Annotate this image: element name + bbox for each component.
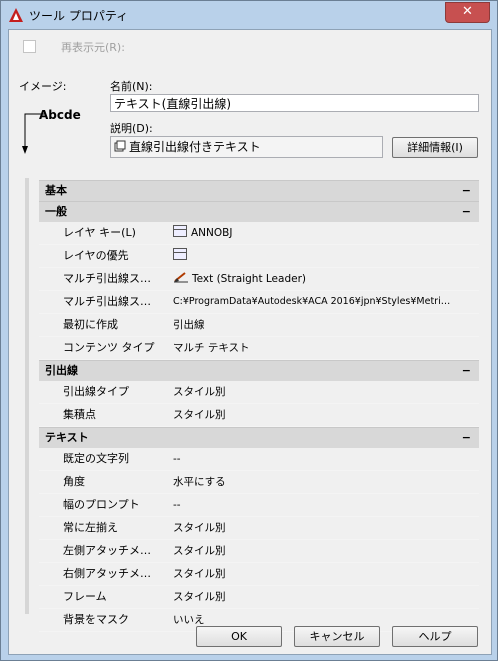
- property-label: 集積点: [63, 408, 96, 421]
- name-field[interactable]: テキスト(直線引出線): [110, 94, 479, 112]
- property-value[interactable]: Text (Straight Leader): [173, 268, 477, 290]
- property-value[interactable]: スタイル別: [173, 586, 477, 608]
- property-row-leader-type[interactable]: 引出線タイプ スタイル別: [39, 381, 479, 404]
- cancel-button[interactable]: キャンセル: [294, 626, 380, 647]
- property-value[interactable]: スタイル別: [173, 540, 477, 562]
- collapse-icon[interactable]: −: [462, 181, 471, 201]
- layer-table-icon: [173, 248, 187, 260]
- autocad-logo-icon: [9, 8, 23, 22]
- layer-key-value: ANNOBJ: [191, 227, 233, 239]
- property-value[interactable]: 水平にする: [173, 471, 477, 493]
- property-value[interactable]: スタイル別: [173, 563, 477, 585]
- category-basic-title: 基本: [45, 184, 67, 197]
- description-field[interactable]: 直線引出線付きテキスト: [110, 136, 383, 158]
- reshow-checkbox[interactable]: [23, 40, 36, 53]
- property-label: レイヤ キー(L): [63, 226, 136, 239]
- property-row-angle[interactable]: 角度 水平にする: [39, 471, 479, 494]
- property-label: 左側アタッチメ…: [63, 544, 151, 557]
- description-doc-icon: [114, 140, 126, 152]
- collapse-icon[interactable]: −: [462, 202, 471, 222]
- category-leader-title: 引出線: [45, 364, 78, 377]
- property-value[interactable]: スタイル別: [173, 517, 477, 539]
- property-label: 既定の文字列: [63, 452, 129, 465]
- property-grid: 基本 − 一般 − レイヤ キー(L) ANNOBJ レイヤの優先 マルチ引出線…: [39, 180, 479, 632]
- property-label: コンテンツ タイプ: [63, 341, 155, 354]
- collapse-icon[interactable]: −: [462, 428, 471, 448]
- category-leader[interactable]: 引出線 −: [39, 360, 479, 381]
- property-label: 引出線タイプ: [63, 385, 129, 398]
- property-label: マルチ引出線ス…: [63, 272, 151, 285]
- property-label: マルチ引出線ス…: [63, 295, 151, 308]
- tool-properties-window: ツール プロパティ ✕ 再表示元(R): イメージ: Abcde 名前(N): …: [0, 0, 498, 661]
- property-label: 角度: [63, 475, 85, 488]
- property-value[interactable]: スタイル別: [173, 404, 477, 426]
- category-text[interactable]: テキスト −: [39, 427, 479, 448]
- property-value[interactable]: 引出線: [173, 314, 477, 336]
- property-row-width-prompt[interactable]: 幅のプロンプト --: [39, 494, 479, 517]
- category-basic[interactable]: 基本 −: [39, 180, 479, 201]
- reshow-label: 再表示元(R):: [61, 41, 125, 54]
- category-text-title: テキスト: [45, 431, 89, 444]
- panel-splitter[interactable]: [25, 178, 29, 614]
- property-row-always-left[interactable]: 常に左揃え スタイル別: [39, 517, 479, 540]
- close-button[interactable]: ✕: [445, 2, 490, 23]
- property-label: 幅のプロンプト: [63, 498, 140, 511]
- property-value[interactable]: [173, 245, 477, 267]
- property-label: 最初に作成: [63, 318, 118, 331]
- property-value[interactable]: C:¥ProgramData¥Autodesk¥ACA 2016¥jpn¥Sty…: [173, 291, 477, 313]
- property-label: フレーム: [63, 590, 107, 603]
- property-value[interactable]: ANNOBJ: [173, 222, 477, 244]
- description-label: 説明(D):: [110, 122, 153, 135]
- details-button[interactable]: 詳細情報(I): [392, 137, 478, 158]
- category-general-title: 一般: [45, 205, 67, 218]
- property-label: 背景をマスク: [63, 613, 129, 626]
- description-text: 直線引出線付きテキスト: [129, 140, 261, 154]
- window-title: ツール プロパティ: [29, 9, 129, 23]
- property-row-landing[interactable]: 集積点 スタイル別: [39, 404, 479, 427]
- title-bar[interactable]: ツール プロパティ ✕: [1, 1, 497, 28]
- property-row-layer-key[interactable]: レイヤ キー(L) ANNOBJ: [39, 222, 479, 245]
- property-row-content-type[interactable]: コンテンツ タイプ マルチ テキスト: [39, 337, 479, 360]
- property-row-create-first[interactable]: 最初に作成 引出線: [39, 314, 479, 337]
- property-value[interactable]: スタイル別: [173, 381, 477, 403]
- category-general[interactable]: 一般 −: [39, 201, 479, 222]
- property-row-left-attach[interactable]: 左側アタッチメ… スタイル別: [39, 540, 479, 563]
- properties-panel: 基本 − 一般 − レイヤ キー(L) ANNOBJ レイヤの優先 マルチ引出線…: [21, 176, 480, 632]
- multileader-style-icon: [174, 272, 188, 283]
- property-row-mleader-path[interactable]: マルチ引出線ス… C:¥ProgramData¥Autodesk¥ACA 201…: [39, 291, 479, 314]
- property-value[interactable]: --: [173, 448, 477, 470]
- property-row-right-attach[interactable]: 右側アタッチメ… スタイル別: [39, 563, 479, 586]
- property-value[interactable]: マルチ テキスト: [173, 337, 477, 359]
- property-label: 右側アタッチメ…: [63, 567, 151, 580]
- property-label: レイヤの優先: [63, 249, 129, 262]
- name-label: 名前(N):: [110, 80, 153, 93]
- mleader-style-value: Text (Straight Leader): [192, 273, 306, 285]
- collapse-icon[interactable]: −: [462, 361, 471, 381]
- preview-text: Abcde: [39, 108, 81, 122]
- property-row-mleader-style[interactable]: マルチ引出線ス… Text (Straight Leader): [39, 268, 479, 291]
- image-label: イメージ:: [19, 80, 67, 93]
- property-row-default-text[interactable]: 既定の文字列 --: [39, 448, 479, 471]
- ok-button[interactable]: OK: [196, 626, 282, 647]
- property-label: 常に左揃え: [63, 521, 118, 534]
- property-value[interactable]: --: [173, 494, 477, 516]
- layer-table-icon: [173, 225, 187, 237]
- dialog-body: 再表示元(R): イメージ: Abcde 名前(N): テキスト(直線引出線) …: [8, 29, 492, 655]
- property-row-layer-override[interactable]: レイヤの優先: [39, 245, 479, 268]
- help-button[interactable]: ヘルプ: [392, 626, 478, 647]
- property-row-frame[interactable]: フレーム スタイル別: [39, 586, 479, 609]
